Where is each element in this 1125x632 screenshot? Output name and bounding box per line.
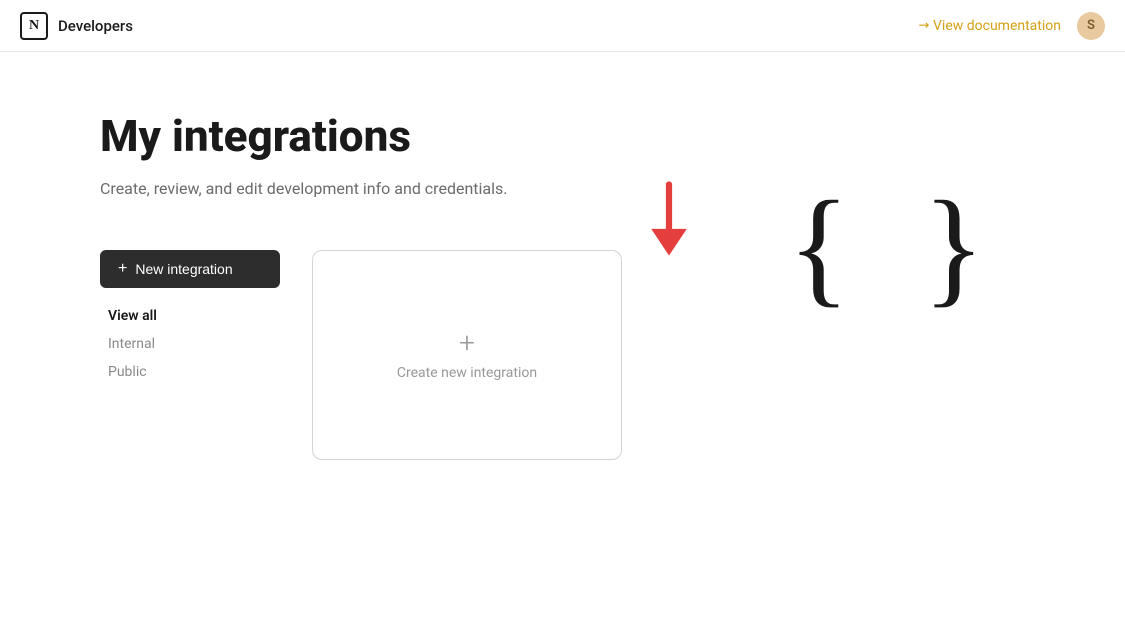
new-integration-button[interactable]: + New integration xyxy=(100,250,280,288)
create-plus-icon: + xyxy=(459,329,475,357)
avatar-initials: S xyxy=(1087,18,1095,33)
navbar-title: Developers xyxy=(58,17,133,35)
notion-logo-icon: N xyxy=(20,12,48,40)
page-subtitle: Create, review, and edit development inf… xyxy=(100,176,520,202)
sidebar-links: View all Internal Public xyxy=(100,300,280,384)
view-documentation-link[interactable]: ↗ View documentation xyxy=(918,18,1061,34)
navbar: N Developers ↗ View documentation S xyxy=(0,0,1125,52)
avatar[interactable]: S xyxy=(1077,12,1105,40)
view-all-link[interactable]: View all xyxy=(100,304,280,328)
external-link-icon: ↗ xyxy=(914,16,932,34)
navbar-right: ↗ View documentation S xyxy=(918,12,1105,40)
sidebar-internal-link[interactable]: Internal xyxy=(100,332,280,356)
main-content: { } My integrations Create, review, and … xyxy=(0,52,1125,500)
sidebar-public-link[interactable]: Public xyxy=(100,360,280,384)
plus-icon: + xyxy=(118,260,127,278)
new-integration-label: New integration xyxy=(135,261,232,277)
page-title: My integrations xyxy=(100,112,1025,160)
view-docs-label: View documentation xyxy=(933,18,1061,34)
content-area: + New integration View all Internal Publ… xyxy=(100,250,1025,460)
integration-panel: + Create new integration xyxy=(312,250,1025,460)
navbar-left: N Developers xyxy=(20,12,133,40)
sidebar: + New integration View all Internal Publ… xyxy=(100,250,280,384)
red-arrow-icon xyxy=(639,180,699,264)
create-integration-label: Create new integration xyxy=(397,365,537,381)
create-integration-card[interactable]: + Create new integration xyxy=(312,250,622,460)
